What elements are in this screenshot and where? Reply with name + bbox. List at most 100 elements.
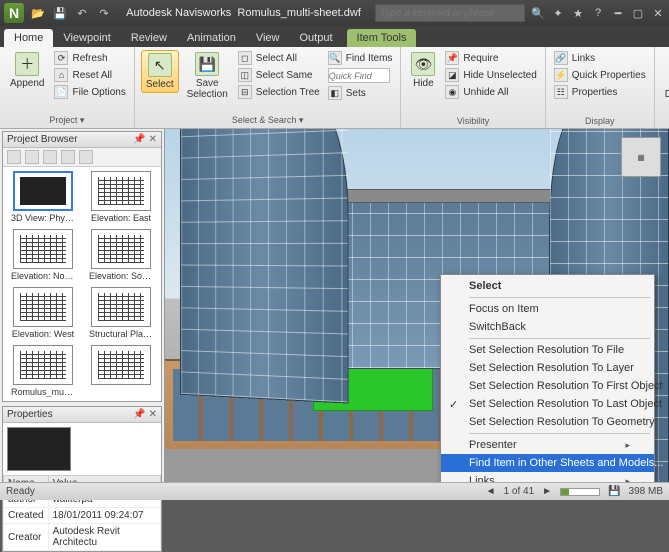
qat-undo-icon[interactable]: ↶ (74, 5, 90, 21)
sheet-thumb[interactable] (85, 345, 157, 397)
properties-button[interactable]: ☷Properties (552, 84, 648, 100)
save-selection-button[interactable]: 💾 Save Selection (183, 50, 232, 102)
select-same-button[interactable]: ◫Select Same (236, 67, 322, 83)
sheet-thumb[interactable]: Structural Plan… (85, 287, 157, 339)
help-icon[interactable]: ? (591, 6, 605, 20)
browser-tool-icon[interactable] (7, 150, 21, 164)
property-row[interactable]: Created18/01/2011 09:24:07 (4, 508, 161, 524)
thumb-caption: Elevation: West (12, 329, 74, 339)
qat-save-icon[interactable]: 💾 (52, 5, 68, 21)
append-button[interactable]: ＋ Append (6, 50, 48, 91)
sheet-thumb[interactable]: Elevation: North (7, 229, 79, 281)
clash-detective-button[interactable]: ⚠Clash Detective (661, 50, 669, 102)
ribbon-group-project: ＋ Append ⟳Refresh ⌂Reset All 📄File Optio… (0, 47, 135, 128)
ctx-find-item[interactable]: Find Item in Other Sheets and Models... (441, 454, 654, 472)
ctx-res-file[interactable]: Set Selection Resolution To File (441, 341, 654, 359)
close-icon[interactable]: ✕ (651, 6, 665, 20)
sheet-next-icon[interactable]: ► (542, 486, 552, 497)
side-panels: Project Browser📌 ✕ 3D View: Physi…Elevat… (0, 129, 165, 482)
pin-icon[interactable]: 📌 ✕ (133, 134, 157, 145)
sheet-thumb[interactable]: Romulus_multi-sheet (7, 345, 79, 397)
file-options-icon: 📄 (54, 85, 68, 99)
unhide-all-button[interactable]: ◉Unhide All (443, 84, 538, 100)
tab-home[interactable]: Home (4, 29, 53, 47)
save-selection-icon: 💾 (195, 52, 219, 76)
sheet-thumb[interactable]: Elevation: East (85, 171, 157, 223)
sheet-thumb[interactable]: Elevation: West (7, 287, 79, 339)
app-menu-icon[interactable]: N (4, 3, 24, 23)
quick-properties-button[interactable]: ⚡Quick Properties (552, 67, 648, 83)
properties-thumbnail (7, 427, 71, 471)
qat-open-icon[interactable]: 📂 (30, 5, 46, 21)
favorite-icon[interactable]: ★ (571, 6, 585, 20)
search-icon[interactable]: 🔍 (531, 6, 545, 20)
ctx-presenter[interactable]: Presenter▸ (441, 436, 654, 454)
hide-unselected-button[interactable]: ◪Hide Unselected (443, 67, 538, 83)
find-items-button[interactable]: 🔍Find Items (326, 50, 395, 66)
sheet-thumb[interactable]: 3D View: Physi… (7, 171, 79, 223)
file-options-button[interactable]: 📄File Options (52, 84, 127, 100)
browser-tool-icon[interactable] (43, 150, 57, 164)
reset-icon: ⌂ (54, 68, 68, 82)
pin-icon[interactable]: 📌 ✕ (133, 409, 157, 420)
browser-tool-icon[interactable] (25, 150, 39, 164)
hide-button[interactable]: 👁 Hide (407, 50, 439, 91)
properties-icon: ☷ (554, 85, 568, 99)
memory-label: 398 MB (629, 486, 663, 497)
links-button[interactable]: 🔗Links (552, 50, 648, 66)
sets-icon: ◧ (328, 86, 342, 100)
links-icon: 🔗 (554, 51, 568, 65)
cursor-icon: ↖ (148, 53, 172, 77)
require-button[interactable]: 📌Require (443, 50, 538, 66)
thumb-caption: Structural Plan… (89, 329, 153, 339)
maximize-icon[interactable]: ▢ (631, 6, 645, 20)
ctx-focus[interactable]: Focus on Item (441, 300, 654, 318)
tab-item-tools[interactable]: Item Tools (347, 29, 417, 47)
view-cube[interactable]: ▦ (621, 137, 661, 177)
project-browser-title: Project Browser (7, 134, 78, 145)
require-icon: 📌 (445, 51, 459, 65)
project-browser-panel: Project Browser📌 ✕ 3D View: Physi…Elevat… (2, 131, 162, 402)
selection-tree-button[interactable]: ⊟Selection Tree (236, 84, 322, 100)
sub-center-icon[interactable]: ✦ (551, 6, 565, 20)
ribbon: ＋ Append ⟳Refresh ⌂Reset All 📄File Optio… (0, 47, 669, 129)
select-all-button[interactable]: ◻Select All (236, 50, 322, 66)
hide-icon: 👁 (411, 52, 435, 76)
disk-icon: 💾 (608, 486, 620, 497)
ribbon-group-display: 🔗Links ⚡Quick Properties ☷Properties Dis… (546, 47, 655, 128)
ctx-res-last[interactable]: Set Selection Resolution To Last Object (441, 395, 654, 413)
select-all-icon: ◻ (238, 51, 252, 65)
browser-tool-icon[interactable] (61, 150, 75, 164)
tab-output[interactable]: Output (290, 29, 343, 47)
ctx-res-layer[interactable]: Set Selection Resolution To Layer (441, 359, 654, 377)
sheet-prev-icon[interactable]: ◄ (486, 486, 496, 497)
sets-button[interactable]: ◧Sets (326, 85, 395, 101)
browser-tool-icon[interactable] (79, 150, 93, 164)
ctx-res-first[interactable]: Set Selection Resolution To First Object (441, 377, 654, 395)
browser-toolbar (3, 148, 161, 167)
qat-redo-icon[interactable]: ↷ (96, 5, 112, 21)
ctx-select[interactable]: Select (441, 277, 654, 295)
select-button[interactable]: ↖ Select (141, 50, 179, 93)
quick-find-input[interactable] (326, 67, 395, 84)
find-icon: 🔍 (328, 51, 342, 65)
ctx-switchback[interactable]: SwitchBack (441, 318, 654, 336)
sheet-thumb[interactable]: Elevation: South (85, 229, 157, 281)
minimize-icon[interactable]: ━ (611, 6, 625, 20)
property-row[interactable]: CreatorAutodesk Revit Architectu (4, 524, 161, 551)
help-search-input[interactable] (375, 4, 525, 22)
ctx-res-geom[interactable]: Set Selection Resolution To Geometry (441, 413, 654, 431)
reset-all-button[interactable]: ⌂Reset All (52, 67, 127, 83)
viewport-3d[interactable]: ▦ Select Focus on Item SwitchBack Set Se… (165, 129, 669, 482)
tree-icon: ⊟ (238, 85, 252, 99)
chevron-right-icon: ▸ (625, 440, 630, 451)
status-ready: Ready (6, 486, 35, 497)
tab-view[interactable]: View (246, 29, 290, 47)
ctx-links[interactable]: Links▸ (441, 472, 654, 482)
tab-viewpoint[interactable]: Viewpoint (53, 29, 121, 47)
tab-review[interactable]: Review (121, 29, 177, 47)
refresh-button[interactable]: ⟳Refresh (52, 50, 127, 66)
tab-animation[interactable]: Animation (177, 29, 246, 47)
thumb-caption: Elevation: East (91, 213, 151, 223)
hide-unsel-icon: ◪ (445, 68, 459, 82)
